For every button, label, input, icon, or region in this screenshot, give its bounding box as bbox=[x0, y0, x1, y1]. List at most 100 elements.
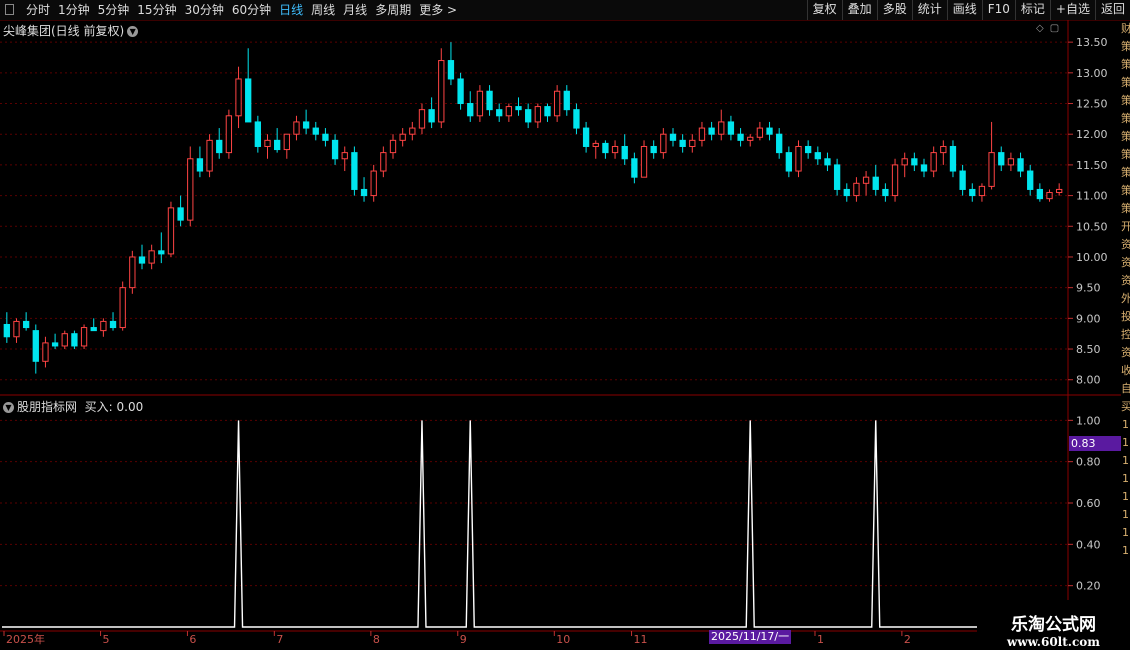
price-tick-label: 12.00 bbox=[1076, 128, 1108, 141]
candle-up bbox=[611, 145, 619, 154]
side-strip-char: 投 bbox=[1121, 310, 1130, 323]
candle-down bbox=[573, 109, 580, 129]
x-tick-label: 7 bbox=[276, 633, 283, 646]
candle-up bbox=[13, 320, 20, 338]
indicator-name: 股朋指标网 bbox=[17, 400, 78, 414]
candle-up bbox=[100, 320, 107, 332]
side-strip-char: 1 bbox=[1122, 418, 1129, 431]
candle-down bbox=[833, 164, 841, 190]
candle-up bbox=[592, 142, 599, 147]
candle-up bbox=[399, 133, 406, 141]
candle-down bbox=[602, 142, 609, 154]
candle-up bbox=[901, 158, 908, 166]
candle-up bbox=[148, 250, 155, 264]
side-strip-char: 控 bbox=[1121, 328, 1130, 341]
price-tick-label: 13.50 bbox=[1076, 36, 1108, 49]
candle-down bbox=[351, 152, 358, 190]
candle-down bbox=[824, 158, 831, 166]
side-strip-char: 1 bbox=[1122, 436, 1129, 449]
x-tick-label: 2 bbox=[904, 633, 911, 646]
candle-down bbox=[679, 139, 686, 147]
x-tick-label: 1 bbox=[817, 633, 824, 646]
candle-down bbox=[22, 320, 30, 329]
candle-up bbox=[534, 106, 541, 123]
candle-up bbox=[862, 176, 870, 184]
candle-up bbox=[418, 109, 426, 129]
side-strip-char: 策 bbox=[1121, 40, 1130, 53]
x-tick-label: 6 bbox=[189, 633, 196, 646]
candle-down bbox=[360, 188, 368, 197]
side-strip-char: 1 bbox=[1122, 526, 1129, 539]
side-strip-char: 策 bbox=[1121, 130, 1130, 143]
candle-up bbox=[341, 152, 348, 160]
side-strip-char: 买 bbox=[1121, 400, 1130, 413]
candle-up bbox=[988, 152, 995, 187]
candle-down bbox=[544, 106, 551, 117]
candle-up bbox=[283, 133, 290, 151]
candle-up bbox=[61, 333, 68, 347]
candle-up bbox=[1007, 158, 1015, 166]
candle-down bbox=[563, 90, 570, 111]
x-tick-label: 9 bbox=[460, 633, 467, 646]
candle-down bbox=[814, 152, 821, 160]
candle-down bbox=[486, 90, 493, 111]
candle-down bbox=[216, 139, 223, 154]
price-tick-label: 9.50 bbox=[1076, 282, 1101, 295]
x-tick-label: 5 bbox=[103, 633, 110, 646]
candle-down bbox=[872, 176, 879, 190]
side-strip-char: 外 bbox=[1121, 292, 1130, 305]
price-tick-label: 11.00 bbox=[1076, 190, 1108, 203]
candle-up bbox=[476, 90, 484, 117]
candle-down bbox=[650, 145, 657, 154]
candle-down bbox=[1017, 158, 1024, 172]
candle-up bbox=[380, 152, 387, 172]
price-tick-label: 12.50 bbox=[1076, 98, 1108, 111]
side-strip-char: 策 bbox=[1121, 112, 1130, 125]
candle-up bbox=[293, 121, 300, 135]
candle-up bbox=[689, 139, 696, 147]
candle-down bbox=[158, 250, 165, 255]
watermark-url: www.60lt.com bbox=[1007, 635, 1100, 649]
x-tick-label: 10 bbox=[556, 633, 570, 646]
candle-down bbox=[273, 139, 281, 151]
watermark-logo: 乐淘公式网 www.60lt.com bbox=[977, 600, 1130, 650]
side-strip-char: 1 bbox=[1122, 472, 1129, 485]
candle-up bbox=[1046, 192, 1053, 200]
candle-down bbox=[911, 158, 918, 166]
candle-down bbox=[138, 256, 146, 264]
indicator-current-value: 0.83 bbox=[1069, 436, 1121, 451]
candle-down bbox=[727, 121, 735, 135]
candle-up bbox=[370, 170, 377, 197]
candle-up bbox=[940, 145, 947, 154]
side-strip-char: 策 bbox=[1121, 94, 1130, 107]
side-strip-char: 自 bbox=[1121, 382, 1130, 395]
side-strip-char: 收 bbox=[1121, 364, 1130, 377]
candle-down bbox=[631, 158, 638, 178]
candle-down bbox=[3, 323, 10, 338]
cursor-date-label: 2025/11/17/一 bbox=[709, 630, 792, 644]
candle-up bbox=[225, 115, 233, 154]
candle-down bbox=[920, 164, 928, 172]
x-tick-label: 8 bbox=[373, 633, 380, 646]
right-side-strip: 财策策策策策策策策策策开资资资外投控资收自买11111111 bbox=[1121, 20, 1130, 632]
side-strip-char: 开 bbox=[1121, 220, 1130, 233]
candle-up bbox=[795, 145, 802, 172]
kline-chart[interactable]: 13.5013.0012.5012.0011.5011.0010.5010.00… bbox=[0, 0, 1130, 650]
candle-up bbox=[756, 127, 764, 138]
candle-down bbox=[302, 121, 310, 129]
indicator-tick-label: 0.20 bbox=[1076, 580, 1101, 593]
candle-down bbox=[804, 145, 812, 154]
candle-up bbox=[389, 139, 397, 154]
candle-down bbox=[428, 109, 435, 123]
candle-down bbox=[32, 330, 39, 362]
candle-up bbox=[978, 185, 986, 197]
side-strip-char: 资 bbox=[1121, 346, 1130, 359]
side-strip-char: 策 bbox=[1121, 76, 1130, 89]
candle-down bbox=[496, 109, 503, 117]
side-strip-char: 策 bbox=[1121, 202, 1130, 215]
price-tick-label: 8.50 bbox=[1076, 343, 1101, 356]
watermark-name: 乐淘公式网 bbox=[1011, 615, 1096, 635]
indicator-tick-label: 0.60 bbox=[1076, 497, 1101, 510]
indicator-toggle-icon[interactable]: ▼ bbox=[3, 402, 14, 413]
candle-down bbox=[245, 78, 252, 123]
